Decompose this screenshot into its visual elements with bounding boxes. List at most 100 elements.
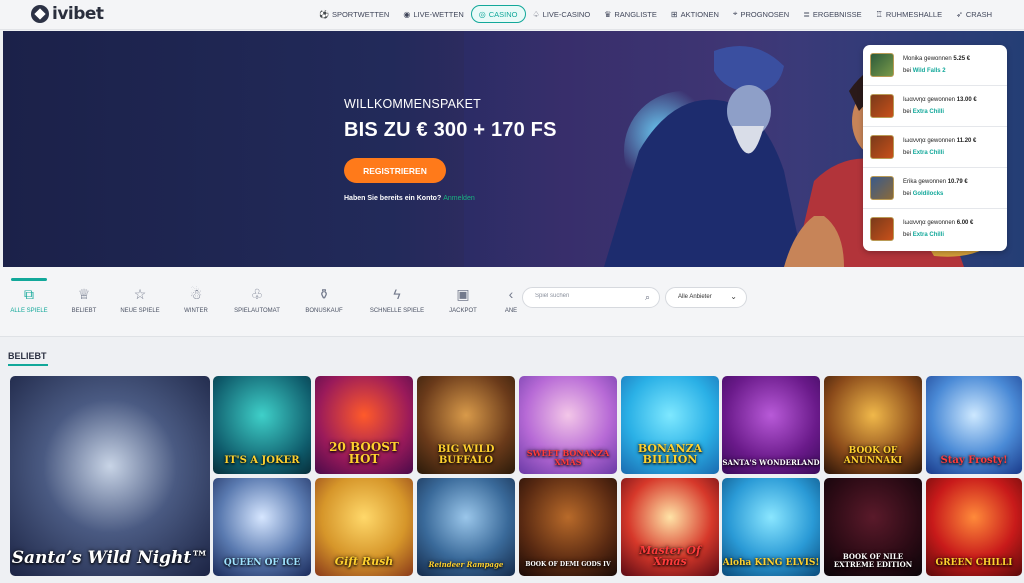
- nav-live-wetten[interactable]: ◉ LIVE-WETTEN: [396, 5, 470, 23]
- winner-row[interactable]: Ιωαννηα gewonnen 13.00 € bei Extra Chill…: [863, 86, 1007, 127]
- forecast-icon: ⌖: [732, 9, 738, 18]
- welcome-banner: WILLKOMMENSPAKET BIS ZU € 300 + 170 FS R…: [3, 31, 1024, 267]
- nav-aktionen[interactable]: ⊞ AKTIONEN: [664, 5, 726, 23]
- register-button[interactable]: REGISTRIEREN: [344, 158, 446, 183]
- winner-name: Erika: [903, 179, 917, 185]
- game-title: Stay Frosty!: [940, 454, 1008, 466]
- banner-subtitle: WILLKOMMENSPAKET: [344, 97, 482, 111]
- section-title: BELIEBT: [8, 351, 47, 361]
- section-underline: [8, 364, 48, 366]
- results-icon: ≣: [803, 9, 810, 19]
- nav-rangliste[interactable]: ♛ RANGLISTE: [597, 5, 664, 23]
- category-label: WINTER: [184, 308, 208, 314]
- category-all-games[interactable]: ⧉ ALLE SPIELE: [9, 267, 49, 327]
- game-tile[interactable]: Master Of Xmas: [621, 478, 719, 576]
- game-title: Aloha KING ELVIS!: [722, 557, 820, 568]
- nav-casino[interactable]: ◎ CASINO: [470, 5, 526, 23]
- nav-ruhmeshalle[interactable]: ♖ RUHMESHALLE: [869, 5, 949, 23]
- winner-game[interactable]: Wild Falls 2: [913, 68, 946, 74]
- game-thumbnail: [870, 217, 894, 241]
- category-bonus-buy[interactable]: ⚱ BONUSKAUF: [302, 267, 346, 327]
- winner-name: Ιωαννηα: [903, 97, 926, 103]
- banner-title: BIS ZU € 300 + 170 FS: [344, 119, 557, 141]
- game-tile[interactable]: BOOK OF NILE EXTREME EDITION: [824, 478, 922, 576]
- game-tile[interactable]: SWEET BONANZA XMAS: [519, 376, 617, 474]
- provider-label: Alle Anbieter: [678, 294, 712, 300]
- nav-crash[interactable]: ➶ CRASH: [949, 5, 999, 23]
- winner-row[interactable]: Monika gewonnen 5.25 € bei Wild Falls 2: [863, 45, 1007, 86]
- game-tile[interactable]: 20 BOOST HOT: [315, 376, 413, 474]
- main-nav: ⚽ SPORTWETTEN ◉ LIVE-WETTEN ◎ CASINO ♤ LIVE-…: [312, 5, 999, 23]
- star-icon: ☆: [133, 286, 147, 302]
- winner-prep: bei: [903, 150, 912, 156]
- winner-verb: gewonnen: [924, 56, 952, 62]
- winner-amount: 10.79 €: [947, 179, 968, 185]
- live-icon: ◉: [403, 9, 411, 19]
- winner-game[interactable]: Extra Chilli: [913, 109, 944, 115]
- login-link[interactable]: Anmelden: [443, 195, 475, 202]
- category-more[interactable]: ‹ ANE: [502, 267, 520, 327]
- winner-game[interactable]: Extra Chilli: [913, 150, 944, 156]
- category-jackpot[interactable]: ▣ JACKPOT: [444, 267, 482, 327]
- game-title: BONANZA BILLION: [637, 441, 703, 467]
- provider-dropdown[interactable]: Alle Anbieter ⌄: [665, 287, 747, 308]
- nav-live-casino[interactable]: ♤ LIVE-CASINO: [526, 5, 598, 23]
- winner-verb: gewonnen: [927, 97, 956, 103]
- game-tile[interactable]: BOOK OF ANUNNAKI: [824, 376, 922, 474]
- category-fast-games[interactable]: ϟ SCHNELLE SPIELE: [368, 267, 426, 327]
- cards-icon: ♤: [532, 9, 540, 19]
- game-tile[interactable]: BONANZA BILLION: [621, 376, 719, 474]
- winner-game[interactable]: Extra Chilli: [913, 232, 944, 238]
- game-tile[interactable]: QUEEN OF ICE: [213, 478, 311, 576]
- money-bag-icon: ⚱: [318, 286, 330, 302]
- nav-sportwetten[interactable]: ⚽ SPORTWETTEN: [312, 5, 396, 23]
- game-tile[interactable]: Reindeer Rampage: [417, 478, 515, 576]
- game-tile[interactable]: IT'S A JOKER: [213, 376, 311, 474]
- winner-name: Monika: [903, 56, 923, 62]
- nav-prognosen[interactable]: ⌖ PROGNOSEN: [726, 5, 796, 23]
- all-games-icon: ⧉: [24, 286, 34, 302]
- winner-row[interactable]: Erika gewonnen 10.79 € bei Goldilocks: [863, 168, 1007, 209]
- search-icon[interactable]: ⌕: [645, 292, 650, 303]
- category-label: BELIEBT: [71, 308, 97, 314]
- category-slots[interactable]: ♧ SPIELAUTOMAT: [232, 267, 282, 327]
- winner-prep: bei: [903, 191, 912, 197]
- game-title: IT'S A JOKER: [224, 454, 300, 466]
- logo[interactable]: ivibet: [31, 4, 104, 24]
- winner-verb: gewonnen: [927, 138, 956, 144]
- game-tile[interactable]: GREEN CHILLI: [926, 478, 1022, 576]
- nav-ergebnisse[interactable]: ≣ ERGEBNISSE: [796, 5, 868, 23]
- top-navigation-bar: ivibet ⚽ SPORTWETTEN ◉ LIVE-WETTEN ◎ CASINO…: [0, 0, 1024, 30]
- game-tile[interactable]: SANTA'S WONDERLAND: [722, 376, 820, 474]
- winner-row[interactable]: Ιωαννηα gewonnen 11.20 € bei Extra Chill…: [863, 127, 1007, 168]
- nav-label: LIVE-CASINO: [542, 9, 591, 19]
- game-thumbnail: [870, 53, 894, 77]
- game-title: BOOK OF DEMI GODS IV: [525, 560, 611, 568]
- category-label: JACKPOT: [449, 308, 477, 314]
- category-new-games[interactable]: ☆ NEUE SPIELE: [119, 267, 161, 327]
- winner-name: Ιωαννηα: [903, 220, 926, 226]
- game-thumbnail: [870, 135, 894, 159]
- recent-winners-panel: Monika gewonnen 5.25 € bei Wild Falls 2 …: [863, 45, 1007, 251]
- nav-label: RUHMESHALLE: [885, 9, 943, 19]
- winner-name: Ιωαννηα: [903, 138, 926, 144]
- game-tile[interactable]: Gift Rush: [315, 478, 413, 576]
- search-input[interactable]: [535, 293, 635, 299]
- crown-icon: ♕: [77, 286, 91, 302]
- category-winter[interactable]: ☃ WINTER: [176, 267, 216, 327]
- category-label: ALLE SPIELE: [10, 308, 48, 314]
- more-icon: ‹: [508, 286, 514, 302]
- soccer-ball-icon: ⚽: [319, 9, 329, 19]
- winner-row[interactable]: Ιωαννηα gewonnen 6.00 € bei Extra Chilli: [863, 209, 1007, 250]
- casino-chip-icon: ◎: [478, 9, 486, 19]
- game-tile[interactable]: BOOK OF DEMI GODS IV: [519, 478, 617, 576]
- game-tile[interactable]: Stay Frosty!: [926, 376, 1022, 474]
- nav-label: RANGLISTE: [614, 9, 657, 19]
- game-title: Master Of Xmas: [639, 543, 701, 569]
- winner-game[interactable]: Goldilocks: [913, 191, 944, 197]
- game-tile[interactable]: Santa’s Wild Night™: [10, 376, 210, 576]
- winner-prep: bei: [903, 68, 912, 74]
- category-beliebt[interactable]: ♕ BELIEBT: [64, 267, 104, 327]
- game-tile[interactable]: BIG WILD BUFFALO: [417, 376, 515, 474]
- game-tile[interactable]: Aloha KING ELVIS!: [722, 478, 820, 576]
